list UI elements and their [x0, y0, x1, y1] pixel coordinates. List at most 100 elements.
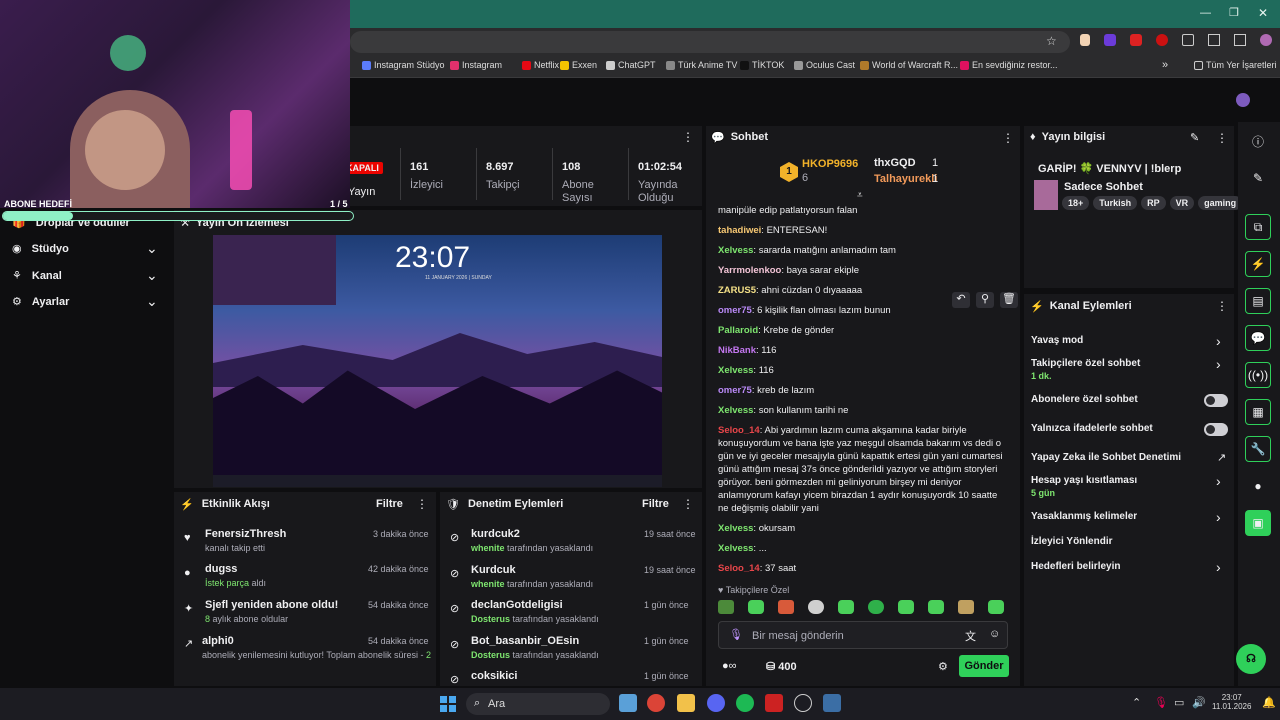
bookmark-item[interactable]: Oculus Cast	[794, 60, 855, 70]
emote-icon[interactable]	[838, 600, 854, 614]
reply-icon[interactable]: ↶	[952, 292, 970, 308]
volume-icon[interactable]: 🔊	[1192, 696, 1206, 709]
chat-username[interactable]: ZARUS5	[718, 285, 756, 296]
chat-settings-icon[interactable]: ⚙	[938, 660, 948, 673]
bookmark-item[interactable]: Exxen	[560, 60, 597, 70]
chat-username[interactable]: Seloo_14	[718, 425, 760, 436]
moderation-item[interactable]: coksikici	[471, 670, 517, 682]
chat-message[interactable]: omer75: kreb de lazım	[718, 384, 1010, 397]
emote-icon[interactable]	[928, 600, 944, 614]
chevron-down-icon[interactable]: ⌄	[146, 267, 158, 284]
channel-action-item[interactable]: Yavaş mod	[1031, 335, 1083, 346]
nav-item-studio[interactable]: ◉ Stüdyo	[12, 242, 69, 256]
notification-icon[interactable]: 🔔	[1262, 696, 1276, 709]
emote-icon[interactable]	[868, 600, 884, 614]
windows-start-icon[interactable]	[440, 696, 456, 712]
tag-chip[interactable]: Turkish	[1093, 196, 1138, 210]
layout-icon[interactable]: ▦	[1245, 399, 1271, 425]
more-icon[interactable]: ⋮	[1002, 131, 1014, 145]
translate-icon[interactable]: 文	[965, 628, 976, 644]
minimize-icon[interactable]: —	[1200, 7, 1211, 19]
spotify-icon[interactable]	[736, 694, 754, 712]
chat-message[interactable]: Xelvess: okursam	[718, 522, 1010, 535]
chat-message[interactable]: Xelvess: son kullanım tarihi ne	[718, 404, 1010, 417]
moderation-item[interactable]: declanGotdeligisi Dosterus tarafından yas…	[471, 599, 599, 624]
chat-username[interactable]: Yarrmolenkoo	[718, 265, 781, 276]
chat-message[interactable]: Xelvess: ...	[718, 542, 1010, 555]
mic-icon[interactable]: 🎙	[1154, 696, 1168, 709]
channel-action-item[interactable]: Yasaklanmış kelimeler	[1031, 511, 1137, 522]
moderation-item[interactable]: kurdcuk2 whenite tarafından yasaklandı	[471, 528, 593, 553]
chevron-right-icon[interactable]: ›	[1216, 509, 1221, 525]
toggle-switch[interactable]	[1204, 394, 1228, 407]
emote-icon[interactable]	[958, 600, 974, 614]
discord-icon[interactable]	[707, 694, 725, 712]
leader-first[interactable]: HKOP9696 6	[802, 158, 858, 184]
chat-message[interactable]: Pallaroid: Krebe de gönder	[718, 324, 1010, 337]
toggle-switch[interactable]	[1204, 423, 1228, 436]
moderation-item[interactable]: Kurdcuk whenite tarafından yasaklandı	[471, 564, 593, 589]
channel-action-item[interactable]: Hedefleri belirleyin	[1031, 561, 1120, 572]
tag-chip[interactable]: 18+	[1062, 196, 1090, 210]
more-bookmarks-icon[interactable]: »	[1162, 59, 1168, 71]
chevron-right-icon[interactable]: ›	[1216, 473, 1221, 489]
taskbar-search[interactable]: ⌕ Ara	[466, 693, 610, 715]
chat-message[interactable]: tahadiwei: ENTERESAN!	[718, 224, 1010, 237]
document-icon[interactable]: ▤	[1245, 288, 1271, 314]
expand-leaderboard-icon[interactable]: ⩡	[857, 190, 863, 201]
bookmark-item[interactable]: Netflix	[522, 60, 559, 70]
chat-username[interactable]: omer75	[718, 385, 752, 396]
tag-chip[interactable]: VR	[1169, 196, 1195, 210]
bookmark-item[interactable]: En sevdiğiniz restor...	[960, 60, 1058, 70]
chevron-right-icon[interactable]: ›	[1216, 333, 1221, 349]
send-button[interactable]: Gönder	[959, 655, 1009, 677]
app-icon[interactable]	[794, 694, 812, 712]
chat-icon[interactable]: 💬	[1245, 325, 1271, 351]
leader-third[interactable]: Talhayurekli	[874, 173, 937, 185]
emote-icon[interactable]	[778, 600, 794, 614]
chat-input[interactable]: 🎙 Bir mesaj gönderin 文 ☺	[718, 621, 1008, 649]
bookmark-item[interactable]: ChatGPT	[606, 60, 656, 70]
restore-icon[interactable]: ❐	[1229, 6, 1239, 19]
preview-video[interactable]: 23:07 11 JANUARY 2026 | SUNDAY	[213, 235, 662, 487]
channel-action-item[interactable]: Hesap yaşı kısıtlaması 5 gün	[1031, 475, 1137, 498]
more-icon[interactable]: ⋮	[1216, 131, 1228, 145]
app-icon[interactable]	[765, 694, 783, 712]
chat-username[interactable]: Xelvess	[718, 365, 753, 376]
clock[interactable]: 23:07 11.01.2026	[1212, 693, 1251, 711]
chat-username[interactable]: Seloo_14	[718, 563, 760, 574]
close-window-icon[interactable]: ✕	[1258, 6, 1268, 20]
moderation-item[interactable]: Bot_basanbir_OEsin Dosterus tarafından ya…	[471, 635, 599, 660]
bookmark-item[interactable]: Instagram Stüdyo	[362, 60, 445, 70]
extension-icon[interactable]	[1104, 34, 1116, 46]
moderation-filter-button[interactable]: Filtre	[642, 498, 669, 510]
user-avatar[interactable]	[1236, 93, 1250, 107]
chat-message[interactable]: Seloo_14: Abi yardımın lazım cuma akşamı…	[718, 424, 1010, 515]
media-icon[interactable]	[1208, 34, 1220, 46]
chat-username[interactable]: NikBank	[718, 345, 756, 356]
bookmark-star-icon[interactable]: ☆	[1046, 34, 1057, 48]
sidebar-icon[interactable]	[1234, 34, 1246, 46]
more-icon[interactable]: ⋮	[682, 130, 694, 144]
puzzle-icon[interactable]	[1182, 34, 1194, 46]
lightning-icon[interactable]: ⚡	[1245, 251, 1271, 277]
channel-action-item[interactable]: İzleyici Yönlendir	[1031, 536, 1113, 547]
extension-icon[interactable]	[1080, 34, 1090, 46]
chat-message[interactable]: manipüle edip patlatıyorsun falan	[718, 204, 1010, 217]
broadcast-icon[interactable]: ((•))	[1245, 362, 1271, 388]
extension-icon[interactable]	[1130, 34, 1142, 46]
chat-message[interactable]: NikBank: 116	[718, 344, 1010, 357]
pencil-icon[interactable]: ✎	[1245, 165, 1271, 191]
network-icon[interactable]: ▭	[1174, 696, 1184, 709]
stream-category[interactable]: Sadece Sohbet	[1064, 181, 1143, 193]
mic-icon[interactable]: 🎙	[729, 628, 743, 641]
chat-message[interactable]: Xelvess: sararda matığını anlamadım tam	[718, 244, 1010, 257]
channel-action-item[interactable]: Yapay Zeka ile Sohbet Denetimi	[1031, 452, 1181, 463]
bookmark-item[interactable]: World of Warcraft R...	[860, 60, 958, 70]
emote-icon[interactable]	[748, 600, 764, 614]
more-icon[interactable]: ⋮	[1216, 299, 1228, 313]
chat-username[interactable]: Pallaroid	[718, 325, 758, 336]
chat-username[interactable]: Xelvess	[718, 245, 753, 256]
chat-username[interactable]: Xelvess	[718, 405, 753, 416]
chat-username[interactable]: Xelvess	[718, 523, 753, 534]
